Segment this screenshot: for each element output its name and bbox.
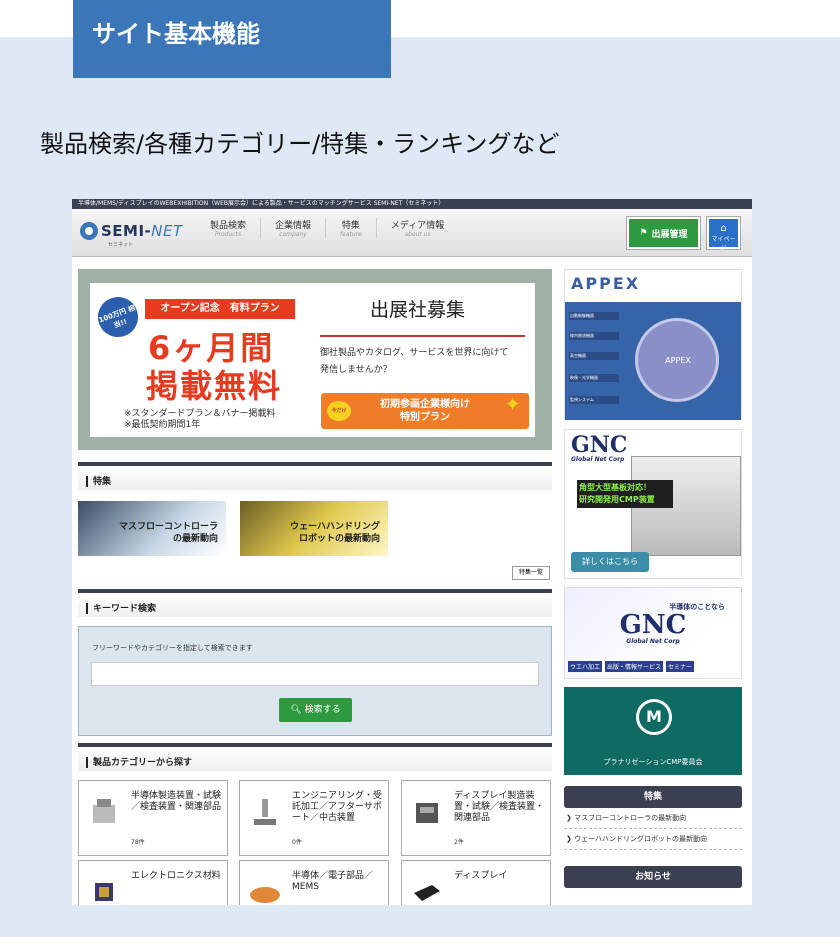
category-name: エレクトロニクス材料 [131,871,221,881]
category-card[interactable]: エレクトロニクス材料 [78,860,228,905]
category-name: ディスプレイ [454,871,508,881]
section-title: サイト基本機能 [73,0,391,78]
category-card[interactable]: ディスプレイ 0件 [401,860,551,905]
category-card[interactable]: 半導体／電子部品／MEMS [239,860,389,905]
divider [320,335,525,337]
machine-icon [416,803,438,823]
gnc-services-ad[interactable]: 半導体のことなら GNC Global Net Corp ウエハ加工 出版・情報… [564,587,742,679]
site-tagline: 半導体/MEMS/ディスプレイのWEBEXHIBITION（WEB展示会）による… [72,199,752,209]
nav-feature[interactable]: 特集 feature [326,218,377,238]
category-count: 0件 [292,839,302,846]
side-feature: 特集 ❯ マスフローコントローラの最新動向 ❯ ウェーハハンドリングロボットの最… [564,786,742,850]
logo-main: SEMI- [101,222,152,240]
recruit-description: 御社製品やカタログ、サービスを世界に向けて 発信しませんか？ [320,348,509,375]
category-card[interactable]: エンジニアリング・受託加工／アフターサポート／中古装置 0件 [239,780,389,856]
nav-about[interactable]: メディア情報 about us [377,218,458,238]
search-button[interactable]: 🔍︎ 検索する [279,698,352,722]
category-count: 78件 [131,839,145,846]
site-screenshot: 半導体/MEMS/ディスプレイのWEBEXHIBITION（WEB展示会）による… [72,199,752,905]
category-name: 半導体／電子部品／MEMS [292,871,374,892]
equipment-icon [93,799,115,823]
gnc-cmp-ad[interactable]: GNC Global Net Corp 角型大型基板対応！ 研究開発用CMP装置 … [564,429,742,579]
category-name: 半導体製造装置・試験／検査装置・関連部品 [131,791,222,812]
nav-label: 特集 [341,221,360,231]
feature-card-massflow[interactable]: マスフローコントローラ の最新動向 [78,501,226,556]
keyword-search-box: フリーワードやカテゴリーを指定して検索できます 🔍︎ 検索する [78,626,552,736]
logo-kana: セミネット [108,242,134,248]
display-panel-icon [414,885,440,901]
nav-label: 製品検索 [210,221,247,231]
category-count: 2件 [454,839,464,846]
limited-tag: 今だけ [327,401,351,421]
wafer-icon [250,887,280,903]
feature-card-wafer-robot[interactable]: ウェーハハンドリング ロボットの最新動向 [240,501,388,556]
appex-ad[interactable]: APPEX 自動制御機器 線内物流機器 真空機器 映像・光学機器 監視システム … [564,269,742,420]
keyword-label: フリーワードやカテゴリーを指定して検索できます [92,644,253,652]
mypage-label: マイページ [711,236,736,252]
gnc-logo: GNC [619,610,687,640]
sparkle-icon: ✦ [504,392,521,416]
site-navbar: SEMI-NET セミネット 製品検索 Products 企業情報 company … [72,209,752,257]
gnc-logo: GNC [571,432,628,458]
feature-list-button[interactable]: 特集一覧 [512,566,550,580]
nav-sublabel: company [279,231,307,238]
early-plan-button[interactable]: 今だけ 初期参画企業様向け 特別プラン ✦ [321,393,529,429]
site-logo[interactable]: SEMI-NET [80,222,183,240]
mypage-button[interactable]: ⌂ マイページ [707,217,740,252]
category-name: エンジニアリング・受託加工／アフターサポート／中古装置 [292,791,383,823]
campaign-banner[interactable]: 100万円 相当!! オープン記念 有料プラン 6ヶ月間 掲載無料 ※スタンダー… [78,269,552,450]
cmp-logo-icon: M [636,699,672,735]
search-input[interactable] [91,662,539,686]
search-icon: 🔍︎ [290,705,302,715]
nav-label: 企業情報 [275,221,312,231]
nav-sublabel: feature [340,231,362,238]
open-plan-label: オープン記念 有料プラン [145,299,295,319]
cmp-committee-ad[interactable]: M プラナリゼーションCMP委員会 [564,687,742,775]
banner-headline-2: 掲載無料 [146,367,283,405]
main-nav: 製品検索 Products 企業情報 company 特集 feature メディア情… [196,218,458,238]
value-badge: 100万円 相当!! [89,288,147,346]
chip-icon [95,883,113,901]
gnc-detail-button[interactable]: 詳しくはこちら [571,552,649,572]
booth-management-button[interactable]: ⚑ 出展管理 [627,217,700,249]
nav-label: メディア情報 [390,221,445,231]
feature-heading: 特集 [78,462,552,490]
side-notice: お知らせ [564,866,742,888]
booth-label: 出展管理 [651,229,688,240]
recruit-title: 出展社募集 [370,299,466,321]
microscope-icon [254,799,276,825]
flag-icon: ⚑ [639,228,648,238]
arrow-icon: ❯ [566,814,575,822]
side-notice-heading: お知らせ [564,866,742,888]
category-heading: 製品カテゴリーから探す [78,743,552,771]
nav-sublabel: about us [404,231,431,238]
logo-icon [80,222,98,240]
side-feature-link[interactable]: ❯ ウェーハハンドリングロボットの最新動向 [564,829,742,850]
home-icon: ⌂ [720,223,727,234]
category-card[interactable]: ディスプレイ製造装置・試験／検査装置・関連部品 2件 [401,780,551,856]
arrow-icon: ❯ [566,835,575,843]
nav-sublabel: Products [214,231,242,238]
category-card[interactable]: 半導体製造装置・試験／検査装置・関連部品 78件 [78,780,228,856]
side-feature-link[interactable]: ❯ マスフローコントローラの最新動向 [564,808,742,829]
side-feature-heading: 特集 [564,786,742,808]
nav-company[interactable]: 企業情報 company [261,218,327,238]
banner-note: ※スタンダードプラン＆バナー掲載料 ※最低契約期間1年 [124,409,276,430]
nav-products[interactable]: 製品検索 Products [196,218,262,238]
appex-logo: APPEX [571,274,641,293]
logo-net: NET [151,222,183,240]
category-name: ディスプレイ製造装置・試験／検査装置・関連部品 [454,791,545,823]
section-subtitle: 製品検索/各種カテゴリー/特集・ランキングなど [40,130,560,158]
keyword-heading: キーワード検索 [78,589,552,617]
